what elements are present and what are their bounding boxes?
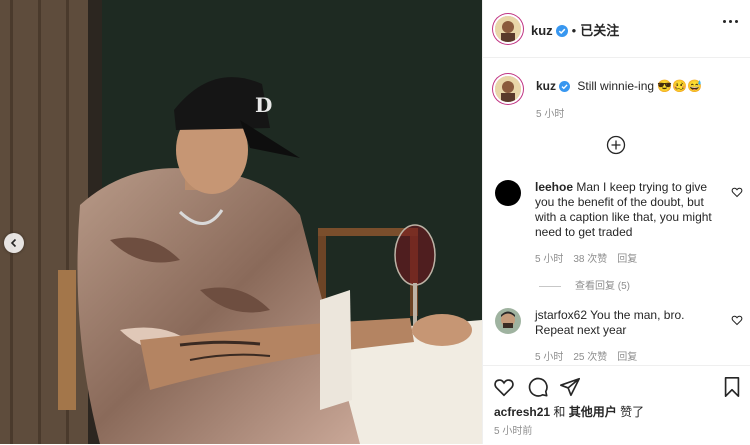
caption-author-avatar[interactable] [495, 76, 521, 102]
verified-badge-icon [559, 81, 571, 92]
instagram-post: D kuz • 已关注 kuz Still winnie-ing 😎🥴😅 5 小… [0, 0, 750, 444]
post-actions: acfresh21 和 其他用户 赞了 5 小时前 [483, 365, 750, 445]
comment-meta: 5 小时 25 次赞 回复 [535, 348, 647, 363]
heart-icon[interactable] [731, 186, 743, 198]
author-avatar[interactable] [495, 16, 521, 42]
likes-summary: acfresh21 和 其他用户 赞了 [494, 403, 644, 420]
chevron-left-icon [10, 238, 17, 248]
caption-username[interactable]: kuz [536, 79, 556, 93]
commenter-username[interactable]: jstarfox62 [535, 308, 587, 322]
comment-likes[interactable]: 25 次赞 [573, 352, 607, 363]
liker-username[interactable]: acfresh21 [494, 405, 550, 419]
caption-time: 5 小时 [536, 109, 565, 120]
header-line: kuz • 已关注 [531, 20, 619, 40]
other-likers-link[interactable]: 其他用户 [569, 405, 617, 419]
more-options-icon[interactable] [723, 20, 739, 24]
caption-text: Still winnie-ing 😎🥴😅 [577, 79, 703, 93]
likes-suffix: 赞了 [616, 405, 645, 419]
post-photo[interactable]: D [0, 0, 482, 444]
comment-item: jstarfox62 You the man, bro. Repeat next… [493, 308, 743, 364]
avatar-image [495, 16, 521, 42]
view-replies-label: 查看回复 (5) [575, 281, 630, 292]
bookmark-icon[interactable] [721, 376, 743, 398]
comment-body: jstarfox62 You the man, bro. Repeat next… [535, 308, 719, 338]
likes-connector: 和 [550, 405, 569, 419]
avatar-image [495, 76, 521, 102]
commenter-username[interactable]: leehoe [535, 180, 573, 194]
author-username[interactable]: kuz [531, 23, 553, 38]
caption-line: kuz Still winnie-ing 😎🥴😅 [536, 79, 702, 93]
post-header: kuz • 已关注 [483, 0, 750, 58]
comment-time: 5 小时 [535, 254, 564, 265]
plus-circle-icon [606, 135, 626, 155]
separator-dot: • [571, 23, 577, 38]
photo-illustration: D [0, 0, 482, 444]
verified-badge-icon [555, 25, 568, 37]
commenter-avatar[interactable] [495, 308, 521, 334]
comment-icon[interactable] [527, 376, 549, 398]
comment-time: 5 小时 [535, 352, 564, 363]
heart-icon[interactable] [493, 376, 515, 398]
load-more-comments-button[interactable] [606, 135, 626, 155]
heart-icon[interactable] [731, 314, 743, 326]
reply-button[interactable]: 回复 [617, 254, 637, 265]
commenter-avatar[interactable] [495, 180, 521, 206]
follow-status-button[interactable]: 已关注 [580, 23, 619, 38]
comment-item: leehoe Man I keep trying to give you the… [493, 180, 743, 270]
reply-button[interactable]: 回复 [617, 352, 637, 363]
comment-body: leehoe Man I keep trying to give you the… [535, 180, 719, 240]
svg-text:D: D [255, 93, 272, 117]
post-side-panel: kuz •已关注 kuz Still winnie-ing 😎🥴😅 5 小时 [482, 0, 750, 444]
comment-meta: 5 小时 38 次赞 回复 [535, 250, 647, 265]
replies-divider [539, 285, 561, 287]
comment-likes[interactable]: 38 次赞 [573, 254, 607, 265]
previous-photo-button[interactable] [4, 233, 24, 253]
view-replies-button[interactable]: 查看回复 (5) [539, 277, 630, 292]
avatar-image [495, 308, 521, 334]
share-icon[interactable] [559, 376, 581, 398]
post-timestamp: 5 小时前 [494, 426, 533, 437]
